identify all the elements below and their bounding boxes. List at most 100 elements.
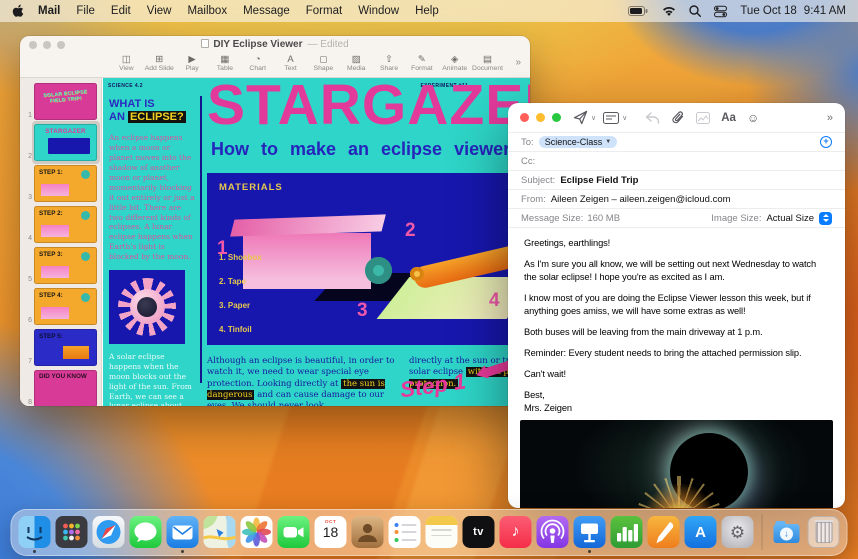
recipient-token[interactable]: Science-Class ▼ (538, 136, 618, 148)
dock-item-numbers[interactable] (610, 516, 643, 548)
format-icon: ✎ (417, 54, 426, 65)
eclipse-highlight: ECLIPSE? (127, 111, 186, 124)
menu-app-mail[interactable]: Mail (30, 5, 68, 17)
materials-heading: MATERIALS (219, 182, 283, 193)
shape-button[interactable]: ◻ Shape (307, 54, 340, 72)
dock-item-pages[interactable] (647, 516, 680, 548)
menu-edit[interactable]: Edit (103, 5, 139, 17)
body-paragraph[interactable]: As I'm sure you all know, we will be set… (524, 258, 829, 284)
dock-item-mail[interactable] (166, 516, 199, 548)
message-body[interactable]: Greetings, earthlings! As I'm sure you a… (508, 227, 845, 419)
emoji-button[interactable]: ☺ (747, 112, 759, 124)
from-field[interactable]: From: Aileen Zeigen – aileen.zeigen@iclo… (508, 189, 845, 208)
slide-thumbnail-3[interactable]: STEP 1: (34, 165, 97, 202)
control-center-icon[interactable] (714, 5, 728, 18)
share-button[interactable]: ⇧ Share (373, 54, 406, 72)
play-button[interactable]: ▶ Play (176, 54, 209, 72)
menu-file[interactable]: File (68, 5, 103, 17)
text-button[interactable]: A Text (274, 54, 307, 72)
menu-view[interactable]: View (139, 5, 180, 17)
calendar-day: 18 (322, 524, 339, 540)
body-paragraph[interactable]: I know most of you are doing the Eclipse… (524, 292, 829, 318)
download-arrow-icon: ↓ (780, 527, 793, 540)
dock-item-finder[interactable] (18, 516, 51, 548)
dock-item-tv[interactable]: tv (462, 516, 495, 548)
close-button[interactable] (520, 113, 529, 122)
dock-item-app-store[interactable]: A (684, 516, 717, 548)
signoff-line[interactable]: Best, (524, 389, 829, 402)
slide-thumbnail-8[interactable]: DID YOU KNOW (34, 370, 97, 406)
message-size-label: Message Size: (521, 212, 584, 224)
toolbar-overflow-icon[interactable]: » (515, 57, 521, 68)
dock-item-maps[interactable] (203, 516, 236, 548)
add-recipient-button[interactable]: + (820, 136, 832, 148)
menu-format[interactable]: Format (298, 5, 350, 17)
dock-item-messages[interactable] (129, 516, 162, 548)
send-dropdown-icon[interactable]: ∨ (591, 114, 596, 122)
slide-thumbnail-5[interactable]: STEP 3: (34, 247, 97, 284)
document-button[interactable]: ▤ Document (471, 54, 504, 72)
menu-window[interactable]: Window (350, 5, 407, 17)
body-paragraph[interactable]: Reminder: Every student needs to bring t… (524, 347, 829, 360)
media-button[interactable]: ▨ Media (340, 54, 373, 72)
mail-window-controls[interactable] (520, 113, 561, 122)
body-paragraph[interactable]: Greetings, earthlings! (524, 237, 829, 250)
header-fields-dropdown-icon[interactable]: ∨ (622, 114, 627, 122)
dock-item-music[interactable]: ♪ (499, 516, 532, 548)
cc-field[interactable]: Cc: (508, 151, 845, 170)
header-fields-button[interactable] (603, 111, 620, 124)
image-size-value: Actual Size (766, 212, 814, 224)
wifi-icon[interactable] (662, 6, 676, 17)
slide-canvas[interactable]: SCIENCE 4.2 EXPERIMENT #11 WHAT IS AN EC… (102, 78, 530, 406)
dock-item-photos[interactable] (240, 516, 273, 548)
slide-thumbnail-7[interactable]: STEP 5: (34, 329, 97, 366)
reminders-icon (388, 516, 421, 548)
send-button[interactable] (573, 110, 588, 125)
signoff-name[interactable]: Mrs. Zeigen (524, 402, 829, 415)
more-toolbar-icon[interactable]: » (827, 112, 833, 124)
eclipse-photo-attachment[interactable] (520, 420, 833, 508)
table-button[interactable]: ▦ Table (208, 54, 241, 72)
view-button[interactable]: ◫ View (110, 54, 143, 72)
menu-message[interactable]: Message (235, 5, 298, 17)
chart-button[interactable]: ◔ Chart (241, 54, 274, 72)
dock-item-podcasts[interactable] (536, 516, 569, 548)
add-slide-button[interactable]: ⊞ Add Slide (143, 54, 176, 72)
menu-help[interactable]: Help (407, 5, 447, 17)
dock-item-notes[interactable] (425, 516, 458, 548)
apple-menu-icon[interactable] (12, 4, 24, 18)
attach-button[interactable] (671, 110, 685, 125)
dock-item-contacts[interactable] (351, 516, 384, 548)
minimize-button[interactable] (536, 113, 545, 122)
dock-item-trash[interactable] (807, 516, 840, 548)
dock-item-launchpad[interactable] (55, 516, 88, 548)
dock-item-reminders[interactable] (388, 516, 421, 548)
slide-thumbnail-1[interactable]: SOLAR ECLIPSE FIELD TRIP! (34, 83, 97, 120)
dock-item-facetime[interactable] (277, 516, 310, 548)
spotlight-search-icon[interactable] (689, 5, 702, 17)
subject-field[interactable]: Subject: Eclipse Field Trip (508, 170, 845, 189)
music-icon: ♪ (499, 516, 532, 548)
menu-mailbox[interactable]: Mailbox (179, 5, 235, 17)
body-paragraph[interactable]: Can't wait! (524, 368, 829, 381)
format-fonts-button[interactable]: Aa (721, 112, 736, 124)
dock-item-downloads[interactable]: ↓ (771, 516, 803, 548)
dock-item-keynote[interactable] (573, 516, 606, 548)
menu-clock[interactable]: Tue Oct 18 9:41 AM (740, 5, 846, 17)
to-field[interactable]: To: Science-Class ▼ + (508, 132, 845, 151)
image-size-stepper[interactable] (819, 211, 832, 225)
animate-button[interactable]: ◈ Animate (438, 54, 471, 72)
materials-list: 1. Shoebox 2. Tape 3. Paper 4. Tinfoil (219, 253, 262, 334)
keynote-titlebar[interactable]: DIY Eclipse Viewer — Edited (20, 36, 530, 53)
photos-icon (240, 516, 273, 548)
dock-item-calendar[interactable]: OCT 18 (314, 516, 347, 548)
body-paragraph[interactable]: Both buses will be leaving from the main… (524, 326, 829, 339)
dock-item-settings[interactable]: ⚙ (721, 516, 754, 548)
battery-icon[interactable] (628, 6, 649, 16)
slide-thumbnail-2[interactable]: STARGAZER (34, 124, 97, 161)
dock-item-safari[interactable] (92, 516, 125, 548)
slide-thumbnail-4[interactable]: STEP 2: (34, 206, 97, 243)
slide-thumbnail-6[interactable]: STEP 4: (34, 288, 97, 325)
zoom-button[interactable] (552, 113, 561, 122)
format-button[interactable]: ✎ Format (405, 54, 438, 72)
